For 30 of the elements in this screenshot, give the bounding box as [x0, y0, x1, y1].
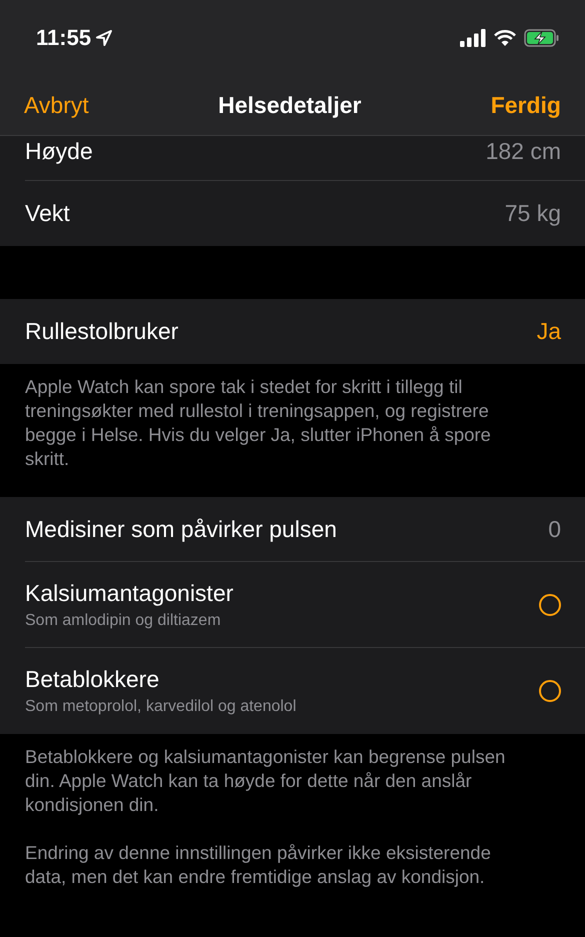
row-value: 0 — [548, 516, 561, 542]
done-button[interactable]: Ferdig — [490, 92, 561, 118]
nav-title: Helsedetaljer — [218, 92, 362, 118]
signal-icon — [460, 28, 486, 46]
row-label: Betablokkere — [25, 666, 160, 693]
list-row[interactable]: Høyde 182 cm — [25, 136, 585, 181]
option-row[interactable]: Kalsiumantagonister Som amlodipin og diltiazem — [25, 562, 585, 648]
location-arrow-icon — [95, 28, 114, 46]
check-circle[interactable] — [539, 680, 561, 702]
row-value: 182 cm — [486, 138, 561, 165]
row-value: 75 kg — [504, 200, 561, 227]
row-subtitle: Som metoprolol, karvedilol og atenolol — [25, 698, 296, 716]
footer-text: Apple Watch kan spore tak i stedet for skritt i tillegg til treningsøkter med rullestol i treningsappen, og registrere begge i Helse. Hvis du velger Ja, slutter iPhonen å spore skritt. — [25, 375, 492, 471]
row-label: Medisiner som påvirker pulsen — [25, 516, 337, 542]
check-circle[interactable] — [539, 594, 561, 616]
status-time: 11:55 — [36, 24, 92, 50]
row-label: Vekt — [25, 200, 70, 227]
wifi-icon — [493, 28, 517, 46]
list-row[interactable]: Medisiner som påvirker pulsen 0 — [25, 497, 585, 562]
battery-charging-icon — [524, 28, 560, 46]
row-label: Høyde — [25, 138, 93, 165]
row-value: Ja — [536, 318, 561, 345]
footer-text: Endring av denne innstillingen påvirker ikke eksisterende data, men det kan endre fremtidige anslag av kondisjon. — [25, 841, 492, 889]
row-label: Rullestolbruker — [25, 318, 178, 345]
cancel-button[interactable]: Avbryt — [24, 92, 89, 118]
list-row[interactable]: Vekt 75 kg — [25, 181, 585, 246]
row-subtitle: Som amlodipin og diltiazem — [25, 612, 222, 630]
option-row[interactable]: Betablokkere Som metoprolol, karvedilol og atenolol — [25, 648, 585, 734]
row-label: Kalsiumantagonister — [25, 580, 234, 606]
footer-text: Betablokkere og kalsiumantagonister kan begrense pulsen din. Apple Watch kan ta høyde for dette når den anslår kondisjonen din. — [25, 745, 506, 817]
